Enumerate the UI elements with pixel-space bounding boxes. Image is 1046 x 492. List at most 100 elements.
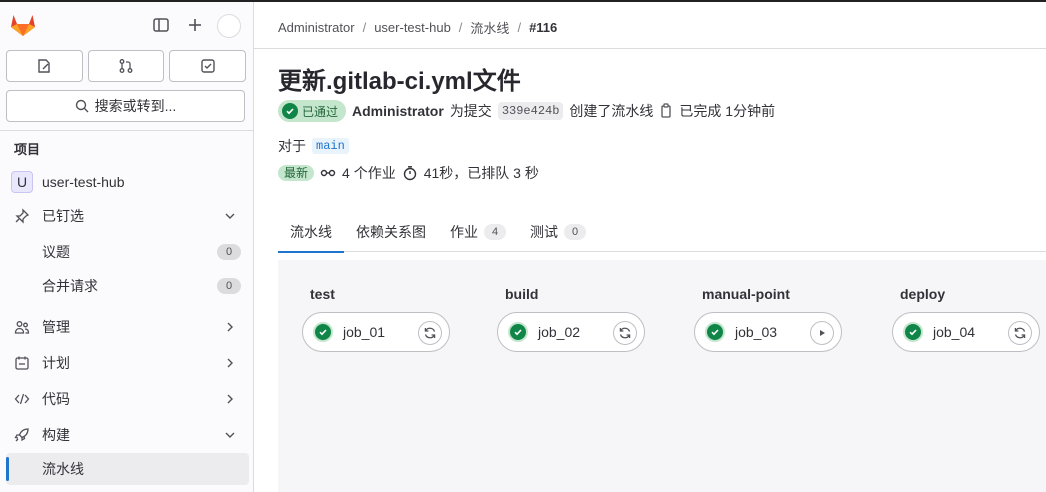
timer-icon: [403, 166, 416, 181]
pipeline-graph: test job_01 build job_02 manual-point jo…: [278, 260, 1046, 492]
count-badge: 0: [217, 244, 241, 260]
job-card[interactable]: job_01: [302, 312, 450, 352]
stage-name: test: [310, 286, 335, 302]
project-avatar: U: [11, 171, 33, 193]
tab-label: 作业: [450, 224, 478, 240]
tab-count: 0: [564, 224, 586, 240]
duration-text: 41秒，已排队 3 秒: [423, 165, 539, 181]
sidebar-item-label: 已钉选: [42, 208, 84, 224]
tab-jobs[interactable]: 作业 4: [438, 212, 518, 252]
check-circle-icon: [705, 322, 725, 342]
pipeline-icon: [320, 169, 336, 177]
job-card[interactable]: job_03: [694, 312, 842, 352]
retry-icon[interactable]: [418, 321, 442, 345]
sidebar-item-manage[interactable]: 管理: [6, 311, 249, 343]
status-label: 已通过: [302, 104, 339, 119]
retry-icon[interactable]: [1008, 321, 1032, 345]
search-label: 搜索或转到...: [94, 98, 177, 114]
finished-text: 已完成 1分钟前: [679, 103, 776, 119]
breadcrumb-link[interactable]: Administrator: [278, 20, 355, 35]
sidebar-item-label: 代码: [42, 391, 70, 407]
sidebar-item-plan[interactable]: 计划: [6, 347, 249, 379]
latest-badge: 最新: [278, 165, 315, 181]
jobs-count: 4 个作业: [342, 165, 396, 181]
sidebar-header: [0, 2, 254, 48]
created-text: 创建了流水线: [569, 103, 654, 119]
job-name: job_04: [933, 324, 976, 340]
search-button[interactable]: 搜索或转到...: [6, 90, 245, 122]
sidebar-toggle-icon[interactable]: [152, 16, 170, 34]
ref-row: 对于 main: [278, 136, 349, 156]
sidebar-item-pinned[interactable]: 已钉选: [6, 200, 249, 232]
breadcrumb-current[interactable]: #116: [529, 20, 557, 35]
branch-ref[interactable]: main: [312, 138, 349, 154]
code-icon: [14, 391, 30, 407]
search-icon: [75, 99, 89, 113]
merge-requests-button[interactable]: [87, 50, 165, 82]
ref-prefix: 对于: [278, 138, 306, 154]
user-avatar[interactable]: [217, 14, 241, 38]
check-circle-icon: [313, 322, 333, 342]
sidebar-item-build[interactable]: 构建: [6, 419, 249, 451]
issues-button[interactable]: [6, 50, 83, 82]
sidebar-item-issues[interactable]: 议题 0: [6, 236, 249, 268]
copy-icon[interactable]: [659, 103, 673, 119]
check-circle-icon: [903, 322, 923, 342]
commit-prefix: 为提交: [449, 103, 492, 119]
tab-label: 依赖关系图: [356, 224, 426, 240]
sidebar-item-label: 构建: [42, 427, 70, 443]
stage-name: build: [505, 286, 539, 302]
pipeline-tabs: 流水线 依赖关系图 作业 4 测试 0: [278, 212, 1046, 253]
pin-icon: [14, 208, 30, 224]
job-card[interactable]: job_04: [892, 312, 1040, 352]
section-title: 项目: [14, 142, 41, 157]
commit-sha[interactable]: 339e424b: [497, 102, 564, 120]
sidebar-item-label: 合并请求: [42, 278, 98, 294]
todos-button[interactable]: [169, 50, 247, 82]
sidebar: 搜索或转到... 项目 U user-test-hub 已钉选 议题 0 合并请…: [0, 2, 254, 492]
count-badge: 0: [217, 278, 241, 294]
sidebar-item-label: 管理: [42, 319, 70, 335]
pipeline-meta: 已通过 Administrator 为提交 339e424b 创建了流水线 已完…: [278, 99, 775, 123]
tab-label: 测试: [530, 224, 558, 240]
plus-icon[interactable]: [186, 16, 204, 34]
gitlab-logo-icon[interactable]: [10, 13, 36, 37]
play-icon[interactable]: [810, 321, 834, 345]
sidebar-quick-buttons: [6, 50, 247, 82]
tab-pipeline[interactable]: 流水线: [278, 212, 344, 253]
check-circle-icon: [508, 322, 528, 342]
breadcrumb-separator: /: [458, 20, 463, 35]
check-circle-icon: [282, 103, 298, 119]
breadcrumb-separator: /: [362, 20, 367, 35]
chevron-down-icon: [225, 432, 235, 438]
chevron-down-icon: [225, 213, 235, 219]
breadcrumb-link[interactable]: 流水线: [470, 18, 509, 37]
sidebar-item-code[interactable]: 代码: [6, 383, 249, 415]
author-link[interactable]: Administrator: [352, 103, 444, 119]
rocket-icon: [14, 427, 30, 443]
planning-icon: [14, 355, 30, 371]
retry-icon[interactable]: [613, 321, 637, 345]
active-indicator: [6, 457, 9, 481]
sidebar-divider: [0, 130, 254, 131]
job-card[interactable]: job_02: [497, 312, 645, 352]
pipeline-stats: 最新 4 个作业 41秒，已排队 3 秒: [278, 163, 539, 183]
tab-tests[interactable]: 测试 0: [518, 212, 598, 252]
tab-dag[interactable]: 依赖关系图: [344, 212, 438, 252]
sidebar-item-pipelines[interactable]: 流水线: [6, 453, 249, 485]
chevron-right-icon: [227, 394, 233, 404]
sidebar-item-merge-requests[interactable]: 合并请求 0: [6, 270, 249, 302]
job-name: job_02: [538, 324, 581, 340]
status-badge[interactable]: 已通过: [278, 100, 347, 122]
sidebar-item-label: 议题: [42, 244, 70, 260]
breadcrumb-link[interactable]: user-test-hub: [374, 20, 451, 35]
stage-name: deploy: [900, 286, 946, 302]
todo-icon: [200, 59, 215, 73]
tab-count: 4: [484, 224, 506, 240]
job-name: job_01: [343, 324, 386, 340]
main-content: Administrator / user-test-hub / 流水线 / #1…: [254, 2, 1046, 492]
merge-request-icon: [119, 59, 133, 73]
tab-label: 流水线: [290, 224, 332, 240]
sidebar-project-link[interactable]: U user-test-hub: [6, 166, 249, 198]
job-name: job_03: [735, 324, 778, 340]
